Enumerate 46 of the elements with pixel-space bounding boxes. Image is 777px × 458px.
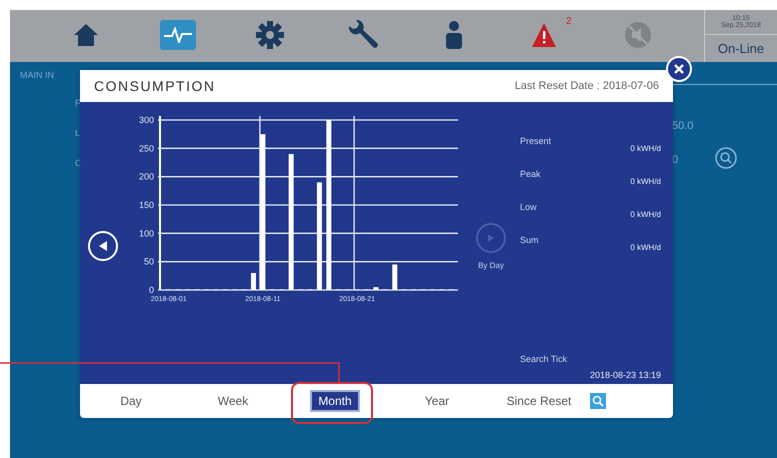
dialog-title: CONSUMPTION [94, 78, 216, 94]
stat-value: 0 kWH/d [630, 176, 661, 186]
bar [373, 287, 378, 290]
field-label: L [75, 128, 82, 138]
bar [392, 264, 398, 290]
status-text: On-Line [716, 40, 766, 58]
close-icon [673, 63, 685, 75]
right-triangle-icon [487, 232, 495, 242]
nav-button[interactable] [160, 20, 196, 50]
stat-label: Present [520, 136, 552, 148]
search-button[interactable] [590, 393, 606, 409]
stat-value: 0 kWH/d [630, 143, 661, 153]
alarm-count: 2 [566, 16, 572, 27]
stat-label: Low [520, 202, 537, 214]
period-tab[interactable]: Week [210, 390, 256, 412]
user-icon [444, 20, 464, 50]
axis-tick-label: 50 [144, 256, 154, 267]
period-tab[interactable]: Year [416, 390, 458, 412]
reset-date: Last Reset Date : 2018-07-06 [514, 80, 659, 92]
axis-tick-label: 150 [138, 200, 154, 210]
axis-tick-label: 100 [138, 228, 154, 238]
axis-tick-label: 0 [148, 285, 154, 295]
axis-tick-label: 200 [138, 172, 154, 182]
field-value: 50.0 [672, 120, 694, 132]
bar [250, 273, 256, 290]
gear-icon [256, 21, 284, 49]
search-tick-label: Search Tick [520, 354, 568, 364]
axis-tick-label: 300 [138, 115, 154, 125]
mode-label: By Day [478, 260, 504, 270]
pulse-icon [163, 27, 193, 43]
stat-label: Sum [520, 235, 539, 247]
search-tick-value: 2018-08-23 13:19 [590, 370, 661, 380]
section-title: MAIN IN [20, 70, 56, 80]
axis-tick-label: 250 [138, 143, 154, 154]
field-label: F [75, 98, 82, 108]
stat-value: 0 kWH/d [630, 209, 661, 219]
period-tab[interactable]: Day [112, 390, 150, 412]
period-tab[interactable]: Since Reset [498, 390, 580, 412]
stat-value: 0 kWH/d [630, 242, 661, 252]
stat-label: Peak [520, 169, 541, 181]
period-tab[interactable]: Month [310, 390, 360, 412]
muted-speaker-icon [624, 21, 652, 49]
home-icon [73, 23, 99, 47]
search-icon[interactable] [715, 147, 737, 169]
left-triangle-icon [98, 240, 108, 252]
previous-button[interactable] [88, 231, 118, 261]
